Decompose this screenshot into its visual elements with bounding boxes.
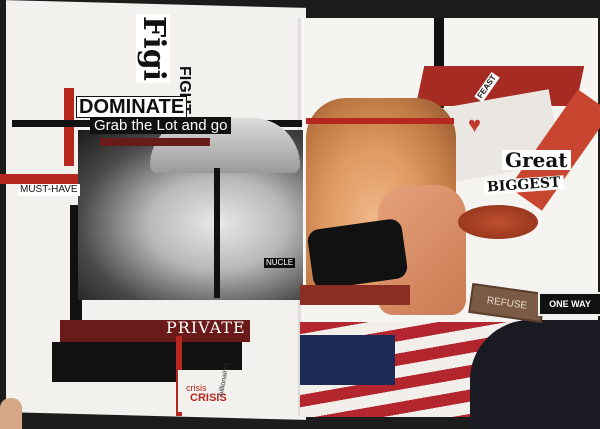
jacket [470, 320, 600, 429]
must-have-text: MUST-HAVE [18, 184, 80, 196]
one-way-sign: ONE WAY [538, 292, 600, 316]
red-strip-face [100, 138, 210, 146]
dominate-text: DOMINATE [76, 96, 188, 118]
dark-red-strip-right [300, 285, 410, 305]
heart-icon: ♥ [468, 112, 482, 137]
flag-stars [300, 335, 395, 385]
grab-text: Grab the Lot and go [90, 117, 232, 134]
red-strip-right [306, 118, 454, 124]
red-strip-vertical [64, 88, 74, 166]
thumb [0, 398, 22, 429]
private-text: PRIVATE [166, 318, 246, 337]
nucle-text: NUCLE [264, 258, 296, 268]
lips [458, 205, 538, 239]
black-strip-face [214, 168, 220, 298]
fight-vertical-text: Figi [136, 14, 171, 84]
great-text: Great [502, 150, 571, 170]
